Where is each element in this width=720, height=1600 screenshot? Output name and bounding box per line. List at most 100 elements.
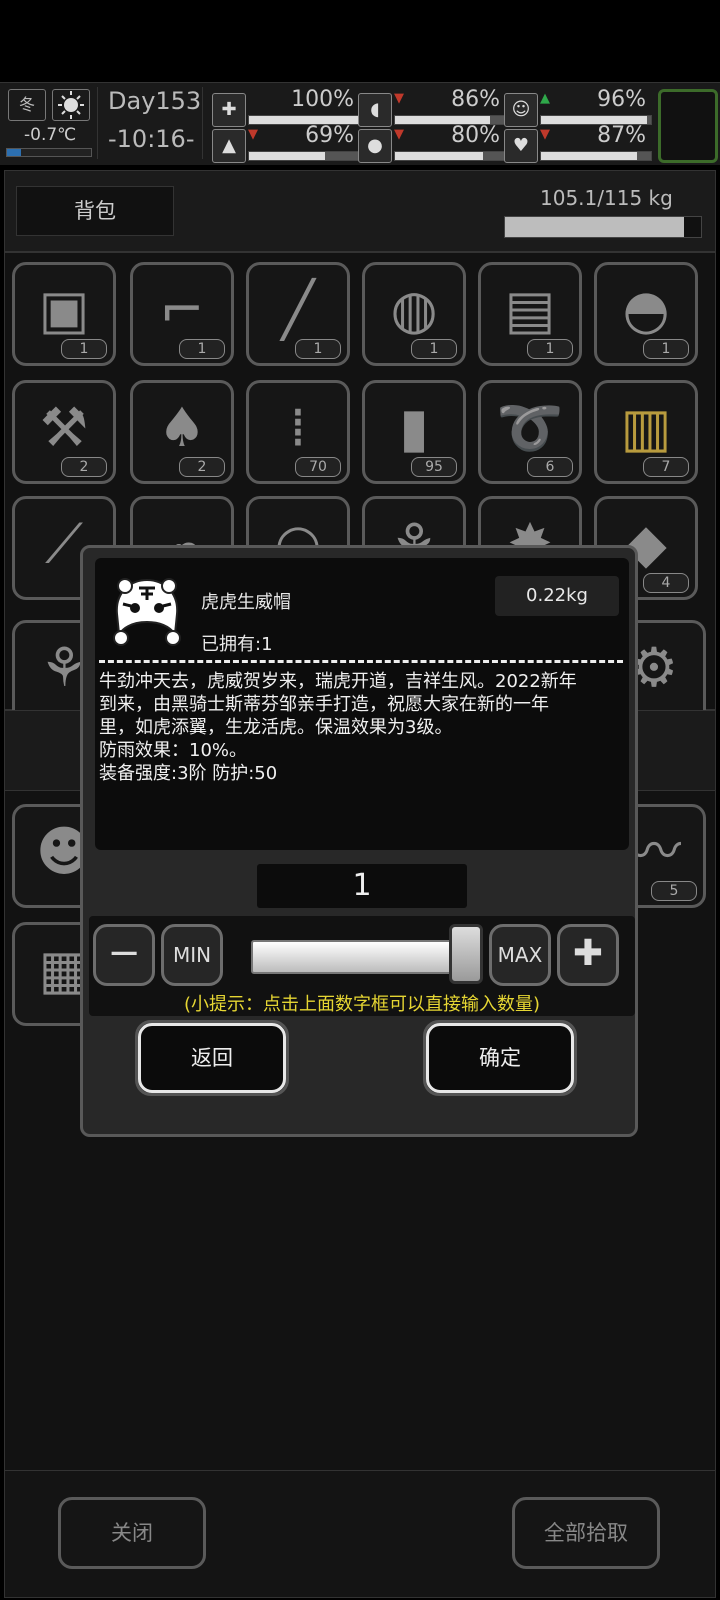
description-line: 里，如虎添翼，生龙活虎。保温效果为3级。 bbox=[99, 717, 453, 738]
temperature-readout: -0.7℃ bbox=[24, 125, 77, 145]
backpack-slot[interactable]: ╱ 1 bbox=[246, 262, 350, 366]
face-icon: ☺ bbox=[504, 93, 538, 127]
item-count: 1 bbox=[527, 339, 573, 359]
backpack-slot[interactable]: ◓ 1 bbox=[594, 262, 698, 366]
backpack-slot[interactable]: ⚒ 2 bbox=[12, 380, 116, 484]
plus-button[interactable]: ✚ bbox=[557, 924, 619, 986]
back-button[interactable]: 返回 bbox=[138, 1023, 286, 1093]
backpack-slot[interactable]: ⁞ 70 bbox=[246, 380, 350, 484]
axe-icon: ⚒ bbox=[39, 396, 89, 459]
minus-button[interactable]: − bbox=[93, 924, 155, 986]
weight-bar bbox=[504, 216, 702, 238]
backpack-slot[interactable]: ▥ 7 bbox=[594, 380, 698, 484]
backpack-slot[interactable]: ◍ 1 bbox=[362, 262, 466, 366]
item-count: 5 bbox=[651, 881, 697, 901]
item-count: 2 bbox=[179, 457, 225, 477]
season-indicator: 冬 bbox=[8, 89, 46, 121]
backpack-slot[interactable]: ⌐ 1 bbox=[130, 262, 234, 366]
item-weight: 0.22kg bbox=[495, 576, 619, 616]
item-count: 1 bbox=[295, 339, 341, 359]
body-armor-icon: ▤ bbox=[504, 278, 556, 341]
stomach-icon: ◖ bbox=[358, 93, 392, 127]
stat-bar bbox=[248, 151, 360, 161]
trend-down-icon: ▼ bbox=[394, 91, 404, 106]
rifle-ammo-icon: ⁞ bbox=[289, 396, 307, 459]
description-line: 到来，由黑骑士斯蒂芬邹亲手打造，祝愿大家在新的一年 bbox=[99, 694, 549, 715]
day-counter: Day153 bbox=[108, 87, 202, 115]
sun-icon bbox=[52, 89, 90, 121]
medkit-icon: ✚ bbox=[212, 93, 246, 127]
max-button[interactable]: MAX bbox=[489, 924, 551, 986]
rifle-icon: ╱ bbox=[281, 278, 315, 341]
heart-icon: ♥ bbox=[504, 129, 538, 163]
item-count: 6 bbox=[527, 457, 573, 477]
item-count: 95 bbox=[411, 457, 457, 477]
description-line: 牛劲冲天去，虎威贺岁来，瑞虎开道，吉祥生风。2022新年 bbox=[99, 671, 577, 692]
shovel-icon: ♠ bbox=[157, 396, 207, 459]
backpack-slot[interactable]: ▤ 1 bbox=[478, 262, 582, 366]
temperature-bar bbox=[6, 148, 92, 157]
status-hud: 冬 -0.7℃ Day153 -10:16- ✚ 100% ◖ ▼ 86% ☺ ▲ 96% ▲ ▼… bbox=[0, 82, 720, 165]
item-description: 牛劲冲天去，虎威贺岁来，瑞虎开道，吉祥生风。2022新年 到来，由黑骑士斯蒂芬邹… bbox=[99, 670, 625, 785]
close-button[interactable]: 关闭 bbox=[58, 1497, 206, 1569]
description-line: 装备强度:3阶 防护:50 bbox=[99, 763, 278, 784]
clock: -10:16- bbox=[108, 125, 195, 153]
stat-bar bbox=[540, 151, 652, 161]
tiger-hat-icon bbox=[109, 574, 185, 650]
item-owned-count: 已拥有:1 bbox=[201, 634, 273, 655]
plus-icon: ✚ bbox=[572, 933, 604, 974]
pickup-all-button[interactable]: 全部拾取 bbox=[512, 1497, 660, 1569]
backpack-slot[interactable]: ▮ 95 bbox=[362, 380, 466, 484]
item-count: 1 bbox=[643, 339, 689, 359]
stat-value: 100% bbox=[291, 87, 354, 112]
backpack-icon: ▣ bbox=[38, 278, 90, 341]
item-detail-dialog: 虎虎生威帽 已拥有:1 0.22kg 牛劲冲天去，虎威贺岁来，瑞虎开道，吉祥生风… bbox=[80, 545, 638, 1137]
stat-heart: ♥ ▼ 87% bbox=[504, 123, 652, 163]
description-line: 防雨效果：10%。 bbox=[99, 740, 248, 761]
item-count: 4 bbox=[643, 573, 689, 593]
stat-value: 80% bbox=[451, 123, 500, 148]
min-button[interactable]: MIN bbox=[161, 924, 223, 986]
divider bbox=[99, 660, 623, 663]
backpack-slot[interactable]: ♠ 2 bbox=[130, 380, 234, 484]
assault-rifle-icon: ⌐ bbox=[159, 278, 205, 341]
glass-icon: ▥ bbox=[620, 396, 672, 459]
knee-pads-icon: ◍ bbox=[390, 278, 438, 341]
quantity-slider-track[interactable] bbox=[251, 940, 453, 974]
boot-icon: ▲ bbox=[212, 129, 246, 163]
item-count: 1 bbox=[411, 339, 457, 359]
trend-up-icon: ▲ bbox=[540, 91, 550, 106]
item-name: 虎虎生威帽 bbox=[201, 592, 291, 613]
pistol-ammo-icon: ▮ bbox=[399, 396, 429, 459]
quantity-slider-thumb[interactable] bbox=[449, 924, 483, 984]
backpack-slot[interactable]: ▣ 1 bbox=[12, 262, 116, 366]
backpack-weight: 105.1/115 kg bbox=[540, 186, 673, 210]
quantity-input[interactable]: 1 bbox=[257, 864, 467, 908]
backpack-slot[interactable]: ➰ 6 bbox=[478, 380, 582, 484]
backpack-title: 背包 bbox=[16, 186, 174, 236]
quantity-controls: − MIN MAX ✚ (小提示：点击上面数字框可以直接输入数量) bbox=[89, 916, 635, 1016]
item-info-box: 虎虎生威帽 已拥有:1 0.22kg 牛劲冲天去，虎威贺岁来，瑞虎开道，吉祥生风… bbox=[95, 558, 629, 850]
trend-down-icon: ▼ bbox=[394, 127, 404, 142]
item-count: 7 bbox=[643, 457, 689, 477]
water-drop-icon: ● bbox=[358, 129, 392, 163]
stat-value: 69% bbox=[305, 123, 354, 148]
item-count: 2 bbox=[61, 457, 107, 477]
stat-value: 87% bbox=[597, 123, 646, 148]
stat-value: 96% bbox=[597, 87, 646, 112]
stat-mood: ☺ ▲ 96% bbox=[504, 87, 652, 127]
rope-icon: ➰ bbox=[496, 396, 564, 459]
stat-hunger: ◖ ▼ 86% bbox=[358, 87, 506, 127]
item-count: 1 bbox=[61, 339, 107, 359]
stat-value: 86% bbox=[451, 87, 500, 112]
hint-text: (小提示：点击上面数字框可以直接输入数量) bbox=[183, 994, 541, 1015]
item-count: 1 bbox=[179, 339, 225, 359]
stat-bar bbox=[394, 151, 506, 161]
stat-stamina: ▲ ▼ 69% bbox=[212, 123, 360, 163]
minus-icon: − bbox=[107, 930, 141, 976]
stat-health: ✚ 100% bbox=[212, 87, 360, 127]
item-count: 70 bbox=[295, 457, 341, 477]
equipped-slot[interactable] bbox=[658, 89, 718, 163]
trend-down-icon: ▼ bbox=[540, 127, 550, 142]
confirm-button[interactable]: 确定 bbox=[426, 1023, 574, 1093]
